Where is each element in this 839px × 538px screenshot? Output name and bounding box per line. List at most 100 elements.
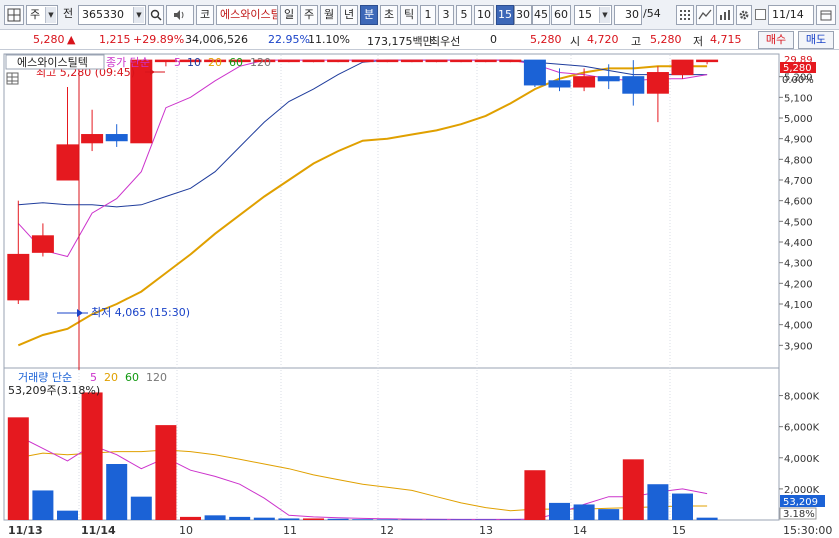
minute-option-30[interactable]: 30 [514,5,532,25]
tab-day[interactable]: 일 [280,5,298,25]
stock-chart[interactable]: 3,900 4,000 4,100 4,200 4,300 4,400 4,500 4,600… [0,50,839,538]
volume-bar [278,518,300,520]
volume-ratio: 22.95% [268,33,310,46]
minute-option-5[interactable]: 5 [456,5,472,25]
volume-value: 53,209주(3.18%) [8,384,100,397]
code-type-label[interactable]: 코 [196,5,214,25]
tab-second[interactable]: 초 [380,5,398,25]
x-axis-label: 11 [283,524,297,537]
sound-icon[interactable] [166,5,194,25]
volume-bar [81,392,103,520]
volume-bar [229,516,251,520]
candle-body [646,72,669,94]
date-input[interactable]: 11/14 [768,5,814,25]
stock-code-value: 365330 [82,8,124,21]
price-change: 1,215 [99,33,131,46]
candle-body [597,76,620,82]
stock-code-input[interactable]: 365330 ▼ [78,5,146,25]
search-icon[interactable] [148,5,164,25]
tab-week[interactable]: 주 [300,5,318,25]
quote-bar: 5,280 ▲ 1,215 +29.89% 34,006,526 22.95% … [0,30,839,50]
volume-tick-label: 4,000K [784,454,820,465]
x-axis-label: 10 [179,524,193,537]
tab-year[interactable]: 년 [340,5,358,25]
tab-month[interactable]: 월 [320,5,338,25]
sell-button[interactable]: 매도 [798,31,834,49]
priority-label: 최우선 [430,35,461,48]
candle-body [277,59,300,63]
minute-option-3[interactable]: 3 [438,5,454,25]
legend-ma5: 5 [174,56,181,69]
price-tick-label: 4,100 [784,300,813,311]
volume-bar [622,459,644,520]
vol-legend-ma5: 5 [90,371,97,384]
minute-option-10[interactable]: 10 [474,5,494,25]
chart-layout-icon[interactable] [4,5,24,25]
volume-bar [32,490,54,520]
priority-value: 0 [490,33,497,46]
company-name-field[interactable]: 에스와이스틸텍 [216,5,278,25]
volume-bar [155,425,177,520]
date-checkbox[interactable] [755,9,766,20]
minute-option-45[interactable]: 45 [532,5,550,25]
volume-pct-text: 3.18% [783,509,815,520]
volume-bar [573,504,595,520]
legend-ma20: 20 [208,56,222,69]
tab-minute[interactable]: 분 [360,5,378,25]
minute-option-1[interactable]: 1 [420,5,436,25]
volume-bar [647,484,669,520]
buy-button[interactable]: 매수 [758,31,794,49]
legend-ma10: 10 [187,56,201,69]
candle-body [7,253,30,301]
x-axis-label: 11/14 [81,524,116,537]
price-tick-label: 4,800 [784,155,813,166]
candle-body [31,235,54,253]
candle-body [696,59,719,63]
volume-bar [7,417,29,520]
candle-body [425,59,448,63]
minute-option-60[interactable]: 60 [551,5,571,25]
price-tick-label: 3,900 [784,341,813,352]
gear-icon[interactable] [736,5,752,25]
volume-bar [352,519,374,520]
turnover-rate: 11.10% [308,33,350,46]
price-tick-label: 4,300 [784,259,813,270]
volume-bar [180,516,201,520]
candle-body [376,59,399,63]
candle-body [450,59,473,63]
price-panel [3,53,780,369]
x-axis-label: 14 [573,524,587,537]
candle-body [548,80,571,88]
trend-tool-icon[interactable] [696,5,714,25]
x-axis-label: 13 [479,524,493,537]
price-tick-label: 4,200 [784,279,813,290]
candle-body [400,59,423,63]
volume-bar [253,517,275,520]
price-tick-label: 4,400 [784,238,813,249]
chevron-down-icon: ▼ [599,7,610,23]
x-axis-end-time: 15:30:00 [783,524,832,537]
market-type-value: 주 [30,8,41,21]
up-arrow-icon: ▲ [67,33,76,46]
price-tick-label: 4,700 [784,176,813,187]
candle-body [523,59,546,86]
minute-option-15[interactable]: 15 [496,5,514,25]
volume-bar [672,493,693,520]
calendar-icon[interactable] [816,5,836,25]
volume-bar [598,509,620,520]
grid-icon[interactable] [676,5,694,25]
high-value: 5,280 [650,33,682,46]
interval-select[interactable]: 15 ▼ [574,5,612,25]
volume-bar [130,496,152,520]
price-tick-label: 5,100 [784,93,813,104]
trade-amount: 173,175백만 [367,35,433,48]
chart-type-icon[interactable] [716,5,734,25]
candle-body [474,59,497,63]
count-input[interactable]: 30 [614,5,642,25]
volume-bar [327,518,349,520]
market-type-select[interactable]: 주 ▼ [26,5,58,25]
volume-bar [303,518,324,520]
volume-bar [696,517,718,520]
tab-tick[interactable]: 틱 [400,5,418,25]
legend-ma60: 60 [229,56,243,69]
